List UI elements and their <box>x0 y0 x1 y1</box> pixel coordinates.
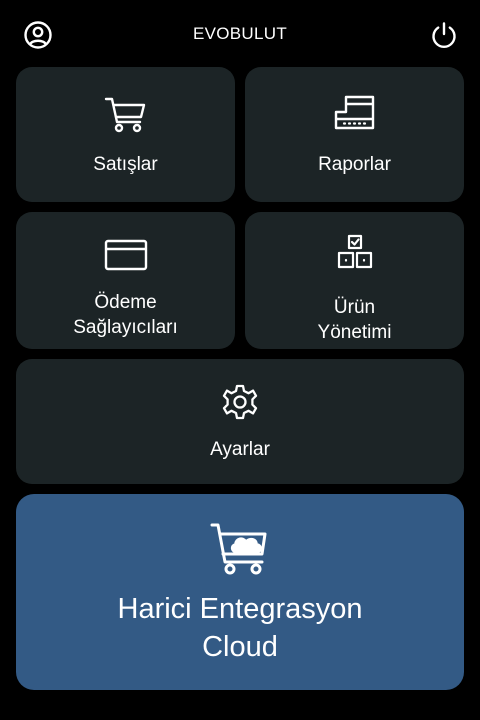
cloud-label-line1: Harici Entegrasyon <box>117 593 363 625</box>
receipt-printer-icon <box>334 93 376 133</box>
reports-tile[interactable]: Raporlar <box>245 67 464 202</box>
products-label-line1: Ürün <box>333 297 376 318</box>
reports-label: Raporlar <box>318 154 391 175</box>
payment-label-line2: Sağlayıcıları <box>73 317 178 338</box>
app-title: EVOBULUT <box>192 24 288 43</box>
sales-tile[interactable]: Satışlar <box>16 67 235 202</box>
external-integration-cloud-tile[interactable]: Harici Entegrasyon Cloud <box>16 494 464 690</box>
top-bar: EVOBULUT <box>0 0 480 68</box>
credit-card-icon <box>104 238 148 272</box>
payment-providers-tile[interactable]: Ödeme Sağlayıcıları <box>16 212 235 349</box>
payment-label-line1: Ödeme <box>94 292 157 313</box>
power-icon[interactable] <box>427 18 461 52</box>
products-label-line2: Yönetimi <box>317 322 392 343</box>
cart-cloud-icon <box>209 522 271 576</box>
settings-label: Ayarlar <box>210 439 270 460</box>
cart-icon <box>104 95 148 135</box>
product-management-tile[interactable]: Ürün Yönetimi <box>245 212 464 349</box>
sales-label: Satışlar <box>93 154 158 175</box>
gear-icon <box>221 383 259 421</box>
cloud-label-line2: Cloud <box>202 631 278 663</box>
boxes-icon <box>336 234 374 270</box>
settings-tile[interactable]: Ayarlar <box>16 359 464 484</box>
